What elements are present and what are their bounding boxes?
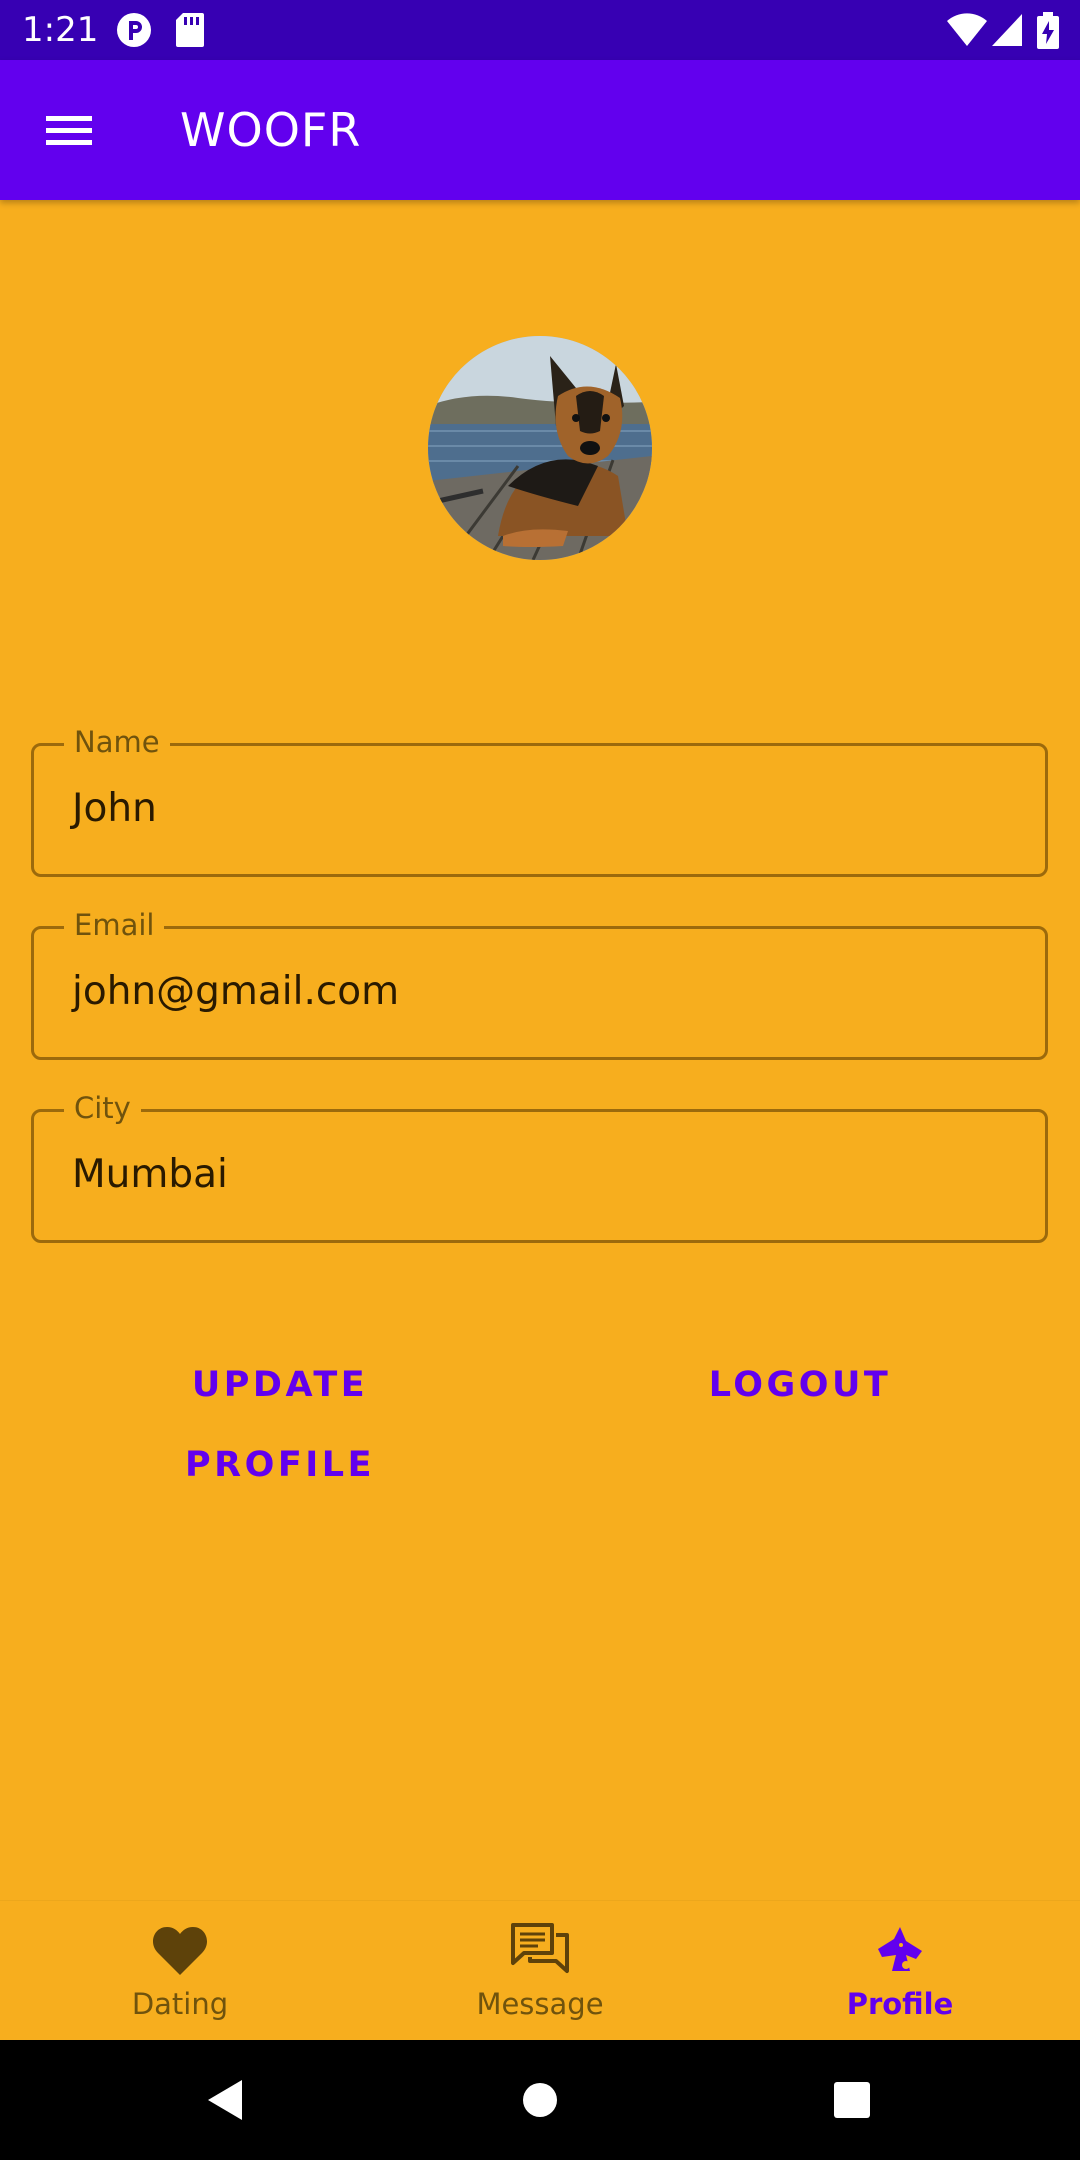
city-field-label: City [64,1090,141,1126]
name-field[interactable]: Name John [31,724,1048,877]
back-icon[interactable] [196,2070,256,2130]
wifi-icon [947,13,987,47]
nav-label-dating: Dating [131,1987,229,2021]
system-navigation-bar [0,2040,1080,2160]
dog-head-icon [878,1927,922,1971]
sd-card-icon [176,13,204,47]
menu-button[interactable] [30,100,110,160]
bottom-navigation: Dating Message Profile [0,1900,1080,2041]
email-field[interactable]: Email john@gmail.com [31,907,1048,1060]
dog-photo [428,336,652,560]
nav-label-message: Message [476,1987,604,2021]
email-field-label: Email [64,907,165,943]
nav-item-profile[interactable]: Profile [720,1901,1080,2041]
logout-button[interactable]: LOGOUT [700,1345,900,1425]
recents-icon[interactable] [822,2070,882,2130]
profile-avatar[interactable] [428,336,652,560]
signal-icon [992,14,1022,46]
nav-item-dating[interactable]: Dating [0,1901,360,2041]
name-field-label: Name [64,724,170,760]
city-field-value[interactable]: Mumbai [72,1152,228,1198]
battery-charging-icon [1037,12,1059,49]
notification-p-icon [117,13,151,47]
chat-bubbles-icon [511,1923,569,1973]
app-bar: WOOFR [0,60,1080,200]
name-field-value[interactable]: John [72,786,157,832]
update-profile-button[interactable]: UPDATE PROFILE [100,1345,460,1485]
heart-icon [152,1927,208,1975]
status-bar: 1:21 [0,0,1080,60]
app-title: WOOFR [180,103,362,157]
email-field-value[interactable]: john@gmail.com [72,969,399,1015]
status-time: 1:21 [22,10,99,50]
nav-item-message[interactable]: Message [360,1901,720,2041]
nav-label-profile: Profile [846,1987,954,2021]
city-field[interactable]: City Mumbai [31,1090,1048,1243]
home-icon[interactable] [510,2070,570,2130]
